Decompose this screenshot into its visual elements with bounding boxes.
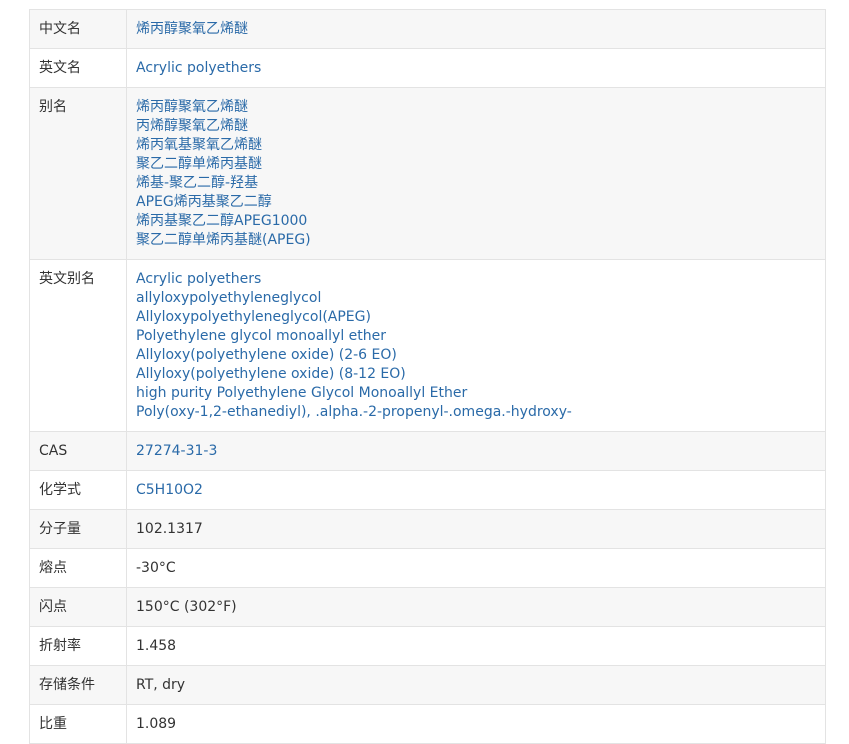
table-row: 折射率 1.458 — [29, 626, 826, 666]
property-label: 化学式 — [29, 470, 127, 510]
table-row: 英文名 Acrylic polyethers — [29, 48, 826, 88]
property-value-link[interactable]: Allyloxy(polyethylene oxide) (8-12 EO) — [136, 365, 816, 384]
property-value-link[interactable]: 聚乙二醇单烯丙基醚(APEG) — [136, 231, 816, 250]
property-value: 102.1317 — [126, 509, 826, 549]
property-value-link[interactable]: 烯基-聚乙二醇-羟基 — [136, 174, 816, 193]
property-value: 烯丙醇聚氧乙烯醚 丙烯醇聚氧乙烯醚 烯丙氧基聚氧乙烯醚 聚乙二醇单烯丙基醚 烯基-聚乙二… — [126, 87, 826, 260]
property-value-link[interactable]: Allyloxypolyethyleneglycol(APEG) — [136, 308, 816, 327]
table-row: 比重 1.089 — [29, 704, 826, 744]
property-value-link[interactable]: allyloxypolyethyleneglycol — [136, 289, 816, 308]
property-value-text: 1.089 — [136, 716, 177, 732]
table-row: 熔点 -30°C — [29, 548, 826, 588]
table-row: 英文别名 Acrylic polyethers allyloxypolyethyle… — [29, 259, 826, 432]
table-row: 分子量 102.1317 — [29, 509, 826, 549]
property-value-link[interactable]: Poly(oxy-1,2-ethanediyl), .alpha.-2-prop… — [136, 403, 816, 422]
property-value: C5H10O2 — [126, 470, 826, 510]
property-value: RT, dry — [126, 665, 826, 705]
property-value-text: 150°C (302°F) — [136, 599, 237, 615]
property-value-link[interactable]: Allyloxy(polyethylene oxide) (2-6 EO) — [136, 346, 816, 365]
property-label: CAS — [29, 431, 127, 471]
table-row: 闪点 150°C (302°F) — [29, 587, 826, 627]
property-value: 1.458 — [126, 626, 826, 666]
property-value-link[interactable]: 烯丙醇聚氧乙烯醚 — [136, 20, 816, 39]
table-row: 存储条件 RT, dry — [29, 665, 826, 705]
property-value-text: 1.458 — [136, 638, 177, 654]
property-value-link[interactable]: 丙烯醇聚氧乙烯醚 — [136, 117, 816, 136]
property-value-link[interactable]: C5H10O2 — [136, 481, 816, 500]
property-value: 烯丙醇聚氧乙烯醚 — [126, 9, 826, 49]
property-value-link[interactable]: APEG烯丙基聚乙二醇 — [136, 193, 816, 212]
property-value: Acrylic polyethers — [126, 48, 826, 88]
property-value-link[interactable]: high purity Polyethylene Glycol Monoally… — [136, 384, 816, 403]
property-value-text: 102.1317 — [136, 521, 203, 537]
property-value: -30°C — [126, 548, 826, 588]
property-label: 比重 — [29, 704, 127, 744]
table-row: 化学式 C5H10O2 — [29, 470, 826, 510]
property-value: Acrylic polyethers allyloxypolyethylenegl… — [126, 259, 826, 432]
property-value-text: RT, dry — [136, 677, 186, 693]
property-label: 闪点 — [29, 587, 127, 627]
property-label: 英文名 — [29, 48, 127, 88]
property-value-link[interactable]: 烯丙醇聚氧乙烯醚 — [136, 98, 816, 117]
property-value-link[interactable]: 27274-31-3 — [136, 442, 816, 461]
property-value: 1.089 — [126, 704, 826, 744]
properties-table: 中文名 烯丙醇聚氧乙烯醚 英文名 Acrylic polyethers 别名 烯丙醇聚氧乙… — [29, 9, 826, 744]
property-label: 存储条件 — [29, 665, 127, 705]
property-value-link[interactable]: 烯丙氧基聚氧乙烯醚 — [136, 136, 816, 155]
table-row: CAS 27274-31-3 — [29, 431, 826, 471]
property-value: 150°C (302°F) — [126, 587, 826, 627]
property-value-link[interactable]: 聚乙二醇单烯丙基醚 — [136, 155, 816, 174]
property-label: 别名 — [29, 87, 127, 260]
property-value-text: -30°C — [136, 560, 176, 576]
property-value-link[interactable]: Polyethylene glycol monoallyl ether — [136, 327, 816, 346]
properties-table-body: 中文名 烯丙醇聚氧乙烯醚 英文名 Acrylic polyethers 别名 烯丙醇聚氧乙… — [29, 9, 826, 744]
property-value: 27274-31-3 — [126, 431, 826, 471]
property-value-link[interactable]: 烯丙基聚乙二醇APEG1000 — [136, 212, 816, 231]
property-label: 熔点 — [29, 548, 127, 588]
property-value-link[interactable]: Acrylic polyethers — [136, 59, 816, 78]
property-label: 折射率 — [29, 626, 127, 666]
property-label: 中文名 — [29, 9, 127, 49]
property-label: 英文别名 — [29, 259, 127, 432]
property-label: 分子量 — [29, 509, 127, 549]
table-row: 别名 烯丙醇聚氧乙烯醚 丙烯醇聚氧乙烯醚 烯丙氧基聚氧乙烯醚 聚乙二醇单烯丙基醚 烯基-聚… — [29, 87, 826, 260]
table-row: 中文名 烯丙醇聚氧乙烯醚 — [29, 9, 826, 49]
property-value-link[interactable]: Acrylic polyethers — [136, 270, 816, 289]
